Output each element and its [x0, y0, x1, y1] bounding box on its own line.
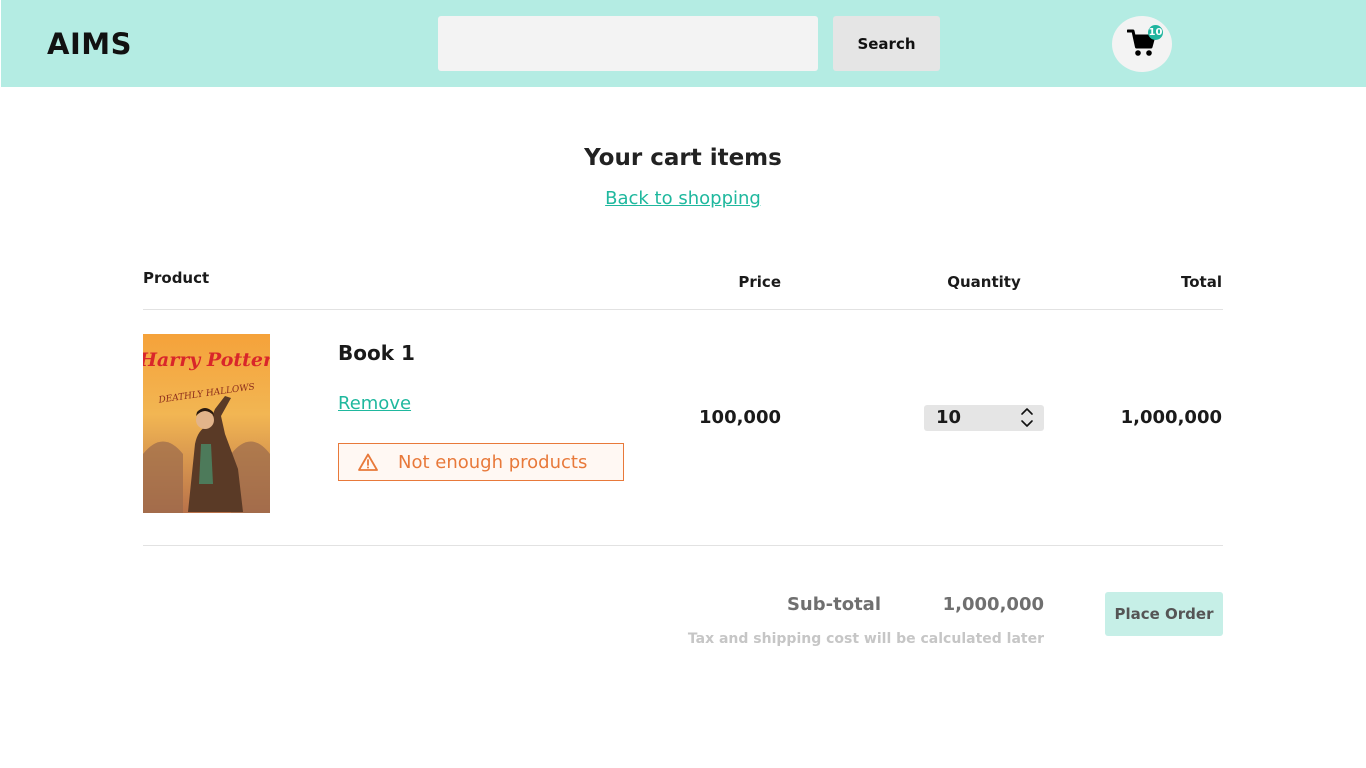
column-header-total: Total	[1181, 273, 1222, 291]
back-to-shopping-link[interactable]: Back to shopping	[605, 188, 761, 209]
subtotal-label: Sub-total	[786, 594, 881, 615]
search-button[interactable]: Search	[833, 16, 940, 71]
warning-text: Not enough products	[398, 452, 588, 473]
top-header: AIMS Search 10	[1, 0, 1366, 87]
subtotal-value: 1,000,000	[942, 594, 1044, 615]
back-link-wrapper: Back to shopping	[0, 187, 1366, 211]
quantity-value[interactable]: 10	[936, 407, 961, 429]
cart-count-badge: 10	[1148, 25, 1163, 40]
chevron-up-icon[interactable]	[1020, 406, 1034, 417]
logo[interactable]: AIMS	[47, 26, 132, 62]
book-cover-image: Harry Potter DEATHLY HALLOWS	[143, 334, 270, 513]
cover-title: Harry Potter	[143, 349, 270, 371]
column-header-product: Product	[143, 269, 210, 287]
remove-link[interactable]: Remove	[338, 392, 411, 416]
stock-warning: Not enough products	[338, 443, 624, 481]
row-divider	[143, 545, 1223, 546]
warning-triangle-icon	[358, 453, 378, 471]
quantity-stepper[interactable]: 10	[924, 405, 1044, 431]
place-order-button[interactable]: Place Order	[1105, 592, 1223, 636]
item-total: 1,000,000	[1120, 407, 1222, 428]
page-title: Your cart items	[584, 145, 782, 171]
column-header-quantity: Quantity	[947, 273, 1021, 291]
column-header-price: Price	[738, 273, 781, 291]
search-input[interactable]	[438, 16, 818, 71]
header-divider	[143, 309, 1223, 310]
cart-button[interactable]: 10	[1112, 16, 1172, 72]
chevron-down-icon[interactable]	[1020, 418, 1034, 429]
tax-note: Tax and shipping cost will be calculated…	[687, 631, 1044, 647]
item-price: 100,000	[699, 407, 781, 428]
item-name: Book 1	[338, 341, 415, 365]
